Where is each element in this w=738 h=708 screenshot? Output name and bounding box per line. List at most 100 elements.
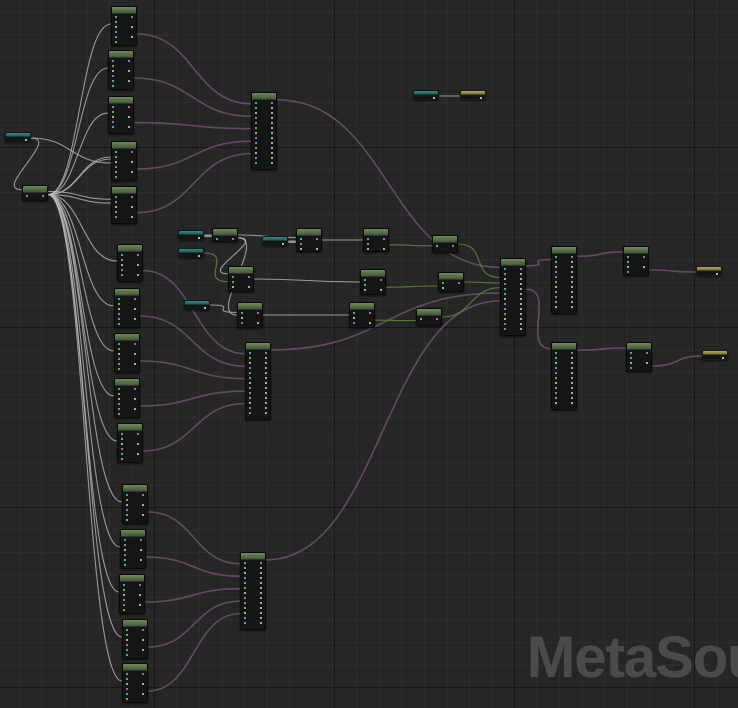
pin-dot-icon[interactable] xyxy=(271,122,273,124)
pin-dot-icon[interactable] xyxy=(121,438,123,440)
pin-dot-icon[interactable] xyxy=(255,102,257,104)
pin-dot-icon[interactable] xyxy=(128,126,130,128)
graph-input-node[interactable] xyxy=(178,230,204,240)
pin-dot-icon[interactable] xyxy=(555,256,557,258)
pin-dot-icon[interactable] xyxy=(124,544,126,546)
metasound-node[interactable] xyxy=(416,308,442,326)
graph-output-node[interactable] xyxy=(702,350,728,360)
pin-dot-icon[interactable] xyxy=(555,372,557,374)
pin-dot-icon[interactable] xyxy=(504,328,506,330)
metasound-node[interactable] xyxy=(296,228,322,252)
metasound-node[interactable] xyxy=(237,302,263,328)
metasound-node[interactable] xyxy=(551,342,577,410)
pin-dot-icon[interactable] xyxy=(115,206,117,208)
node-title-bar[interactable] xyxy=(213,229,237,236)
pin-dot-icon[interactable] xyxy=(520,313,522,315)
pin-dot-icon[interactable] xyxy=(520,323,522,325)
pin-dot-icon[interactable] xyxy=(630,357,632,359)
pin-dot-icon[interactable] xyxy=(265,382,267,384)
pin-dot-icon[interactable] xyxy=(118,408,120,410)
pin-dot-icon[interactable] xyxy=(555,397,557,399)
metasound-node[interactable] xyxy=(111,6,137,46)
pin-dot-icon[interactable] xyxy=(118,403,120,405)
pin-dot-icon[interactable] xyxy=(555,392,557,394)
pin-dot-icon[interactable] xyxy=(118,298,120,300)
pin-dot-icon[interactable] xyxy=(504,273,506,275)
pin-dot-icon[interactable] xyxy=(271,117,273,119)
pin-dot-icon[interactable] xyxy=(142,683,144,685)
graph-output-node[interactable] xyxy=(696,266,722,276)
pin-dot-icon[interactable] xyxy=(134,388,136,390)
pin-dot-icon[interactable] xyxy=(126,499,128,501)
pin-dot-icon[interactable] xyxy=(504,308,506,310)
pin-dot-icon[interactable] xyxy=(121,453,123,455)
pin-dot-icon[interactable] xyxy=(131,151,133,153)
pin-dot-icon[interactable] xyxy=(249,357,251,359)
pin-dot-icon[interactable] xyxy=(265,357,267,359)
pin-dot-icon[interactable] xyxy=(555,377,557,379)
pin-dot-icon[interactable] xyxy=(112,85,114,87)
pin-dot-icon[interactable] xyxy=(249,407,251,409)
node-title-bar[interactable] xyxy=(297,229,321,236)
pin-dot-icon[interactable] xyxy=(118,303,120,305)
pin-dot-icon[interactable] xyxy=(571,372,573,374)
pin-dot-icon[interactable] xyxy=(115,31,117,33)
pin-dot-icon[interactable] xyxy=(504,278,506,280)
pin-dot-icon[interactable] xyxy=(131,206,133,208)
pin-dot-icon[interactable] xyxy=(131,161,133,163)
pin-dot-icon[interactable] xyxy=(124,554,126,556)
pin-dot-icon[interactable] xyxy=(112,116,114,118)
metasound-node[interactable] xyxy=(212,228,238,242)
node-title-bar[interactable] xyxy=(252,93,276,100)
pin-dot-icon[interactable] xyxy=(300,238,302,240)
pin-dot-icon[interactable] xyxy=(142,514,144,516)
pin-dot-icon[interactable] xyxy=(118,388,120,390)
node-title-bar[interactable] xyxy=(241,553,265,560)
pin-dot-icon[interactable] xyxy=(271,157,273,159)
pin-dot-icon[interactable] xyxy=(142,693,144,695)
pin-dot-icon[interactable] xyxy=(257,312,259,314)
metasound-node[interactable] xyxy=(114,378,140,418)
pin-dot-icon[interactable] xyxy=(260,567,262,569)
pin-dot-icon[interactable] xyxy=(124,564,126,566)
pin-dot-icon[interactable] xyxy=(555,382,557,384)
pin-dot-icon[interactable] xyxy=(249,352,251,354)
metasound-node[interactable] xyxy=(245,342,271,420)
metasound-node[interactable] xyxy=(551,246,577,314)
pin-dot-icon[interactable] xyxy=(115,176,117,178)
pin-dot-icon[interactable] xyxy=(112,70,114,72)
node-title-bar[interactable] xyxy=(118,424,142,431)
pin-dot-icon[interactable] xyxy=(646,362,648,364)
pin-dot-icon[interactable] xyxy=(131,171,133,173)
pin-dot-icon[interactable] xyxy=(249,412,251,414)
pin-dot-icon[interactable] xyxy=(142,649,144,651)
pin-dot-icon[interactable] xyxy=(369,312,371,314)
pin-dot-icon[interactable] xyxy=(112,60,114,62)
metasound-node[interactable] xyxy=(626,342,652,372)
pin-dot-icon[interactable] xyxy=(442,287,444,289)
pin-dot-icon[interactable] xyxy=(255,152,257,154)
pin-dot-icon[interactable] xyxy=(118,398,120,400)
pin-dot-icon[interactable] xyxy=(442,282,444,284)
pin-dot-icon[interactable] xyxy=(271,102,273,104)
metasound-node[interactable] xyxy=(363,228,389,252)
pin-dot-icon[interactable] xyxy=(126,678,128,680)
pin-dot-icon[interactable] xyxy=(265,412,267,414)
pin-dot-icon[interactable] xyxy=(271,142,273,144)
metasound-node[interactable] xyxy=(122,619,148,659)
pin-dot-icon[interactable] xyxy=(260,572,262,574)
node-title-bar[interactable] xyxy=(433,236,457,243)
pin-dot-icon[interactable] xyxy=(571,281,573,283)
pin-dot-icon[interactable] xyxy=(232,238,234,240)
pin-dot-icon[interactable] xyxy=(265,387,267,389)
pin-dot-icon[interactable] xyxy=(241,322,243,324)
pin-dot-icon[interactable] xyxy=(137,264,139,266)
metasound-node[interactable] xyxy=(108,50,134,90)
metasound-node[interactable] xyxy=(117,423,143,463)
pin-dot-icon[interactable] xyxy=(504,288,506,290)
pin-dot-icon[interactable] xyxy=(643,266,645,268)
pin-dot-icon[interactable] xyxy=(126,693,128,695)
pin-dot-icon[interactable] xyxy=(316,238,318,240)
pin-dot-icon[interactable] xyxy=(137,254,139,256)
pin-dot-icon[interactable] xyxy=(504,303,506,305)
